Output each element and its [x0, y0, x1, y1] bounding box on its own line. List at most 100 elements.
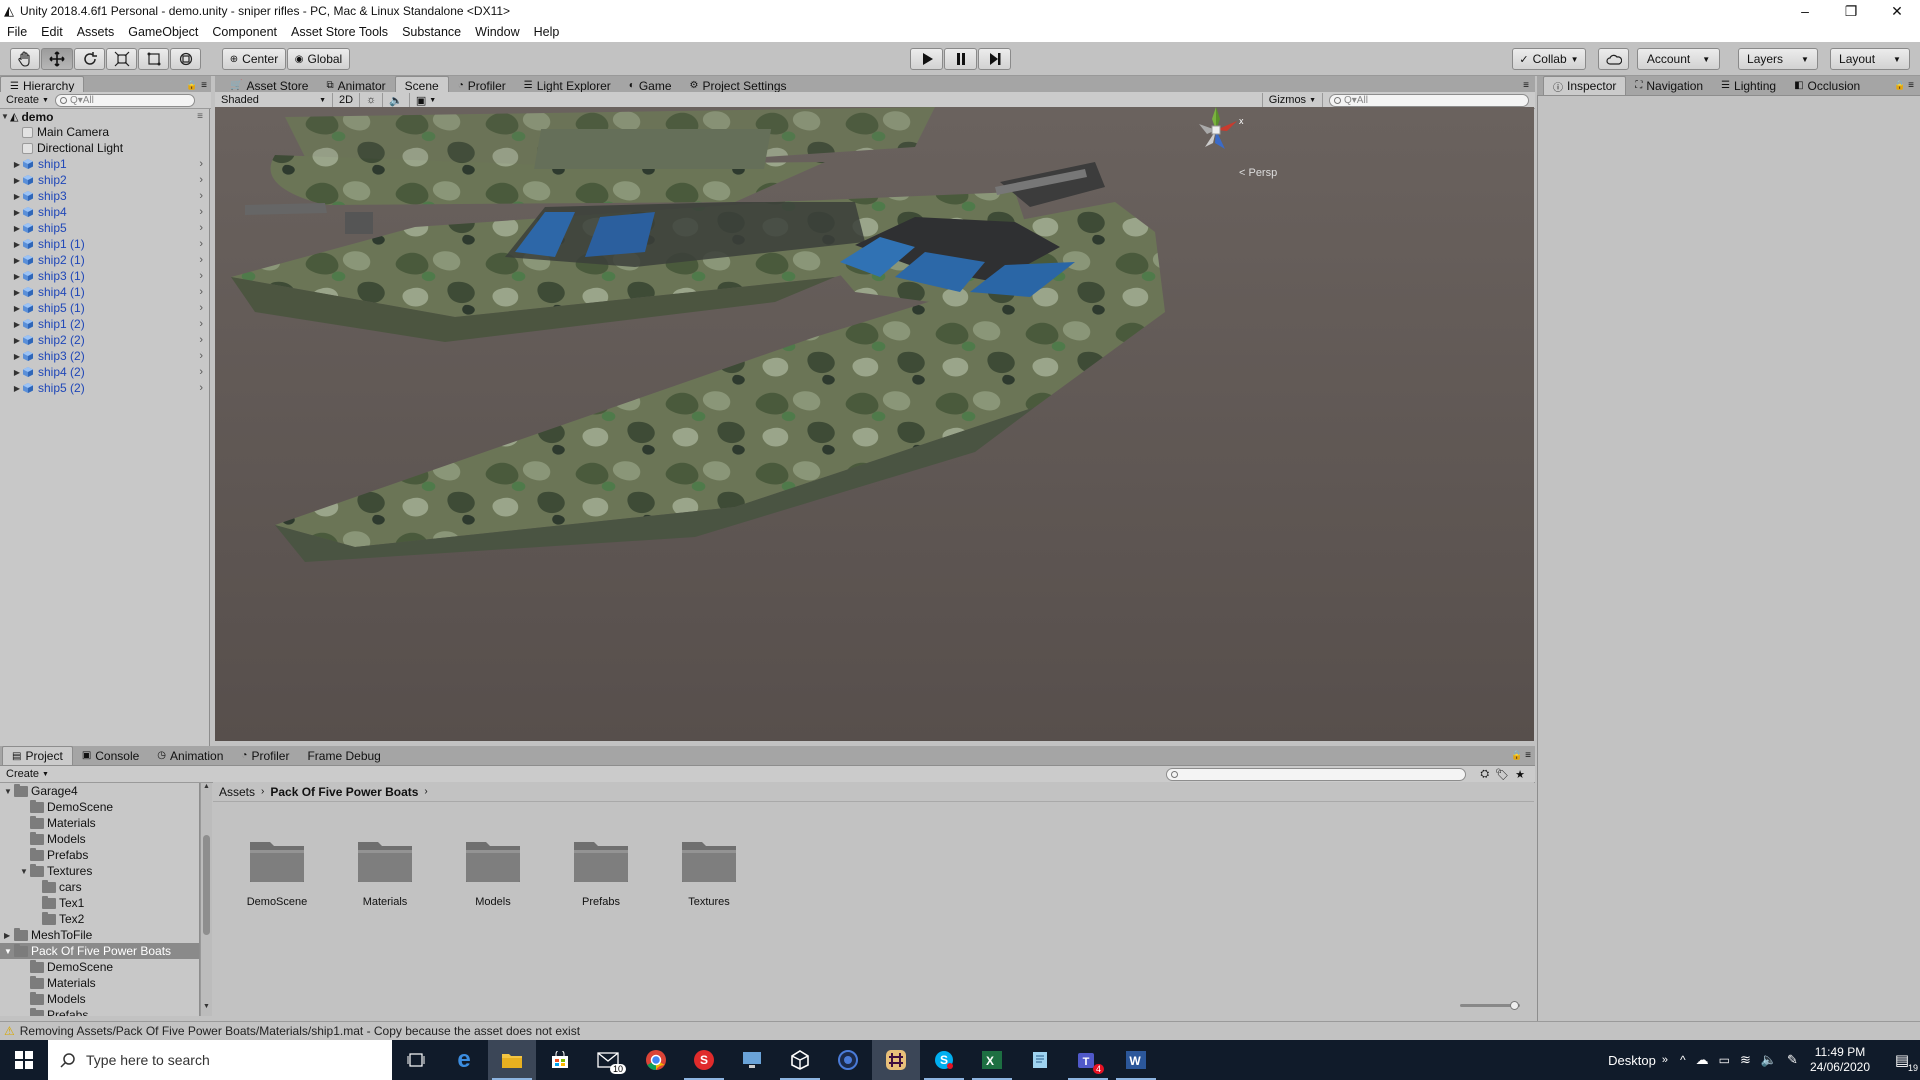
expand-arrow-icon[interactable]: ▶: [4, 931, 14, 940]
taskbar-computer[interactable]: [728, 1040, 776, 1080]
panel-menu-icon[interactable]: ≡: [201, 80, 207, 91]
lighting-toggle[interactable]: ☼: [360, 92, 384, 108]
taskbar-slack[interactable]: [872, 1040, 920, 1080]
project-search-input[interactable]: [1166, 767, 1467, 781]
project-tree-folder[interactable]: ▼ Garage4: [0, 783, 199, 799]
scene-search-input[interactable]: Q▾All: [1329, 93, 1529, 107]
panel-menu-icon[interactable]: ≡: [1525, 750, 1531, 761]
project-tree-folder[interactable]: Materials: [0, 815, 199, 831]
hand-tool-button[interactable]: [10, 48, 40, 70]
expand-arrow-icon[interactable]: ▶: [12, 256, 22, 265]
menu-window[interactable]: Window: [468, 25, 526, 39]
restore-button[interactable]: ❐: [1828, 0, 1874, 22]
breadcrumb-current[interactable]: Pack Of Five Power Boats: [270, 785, 418, 799]
project-tree-folder[interactable]: Models: [0, 991, 199, 1007]
taskbar-excel[interactable]: X: [968, 1040, 1016, 1080]
hierarchy-item[interactable]: Directional Light: [0, 140, 209, 156]
step-button[interactable]: [978, 48, 1011, 70]
pivot-center-button[interactable]: ⊕ Center: [222, 48, 286, 70]
volume-icon[interactable]: 🔈: [1761, 1052, 1777, 1068]
scene-orientation-gizmo[interactable]: y x: [1185, 107, 1247, 171]
filter-label-icon[interactable]: 🏷: [1495, 768, 1509, 781]
move-tool-button[interactable]: [41, 48, 73, 70]
icon-size-slider[interactable]: [1460, 1001, 1520, 1010]
scroll-up-icon[interactable]: ▲: [201, 783, 212, 790]
expand-arrow-icon[interactable]: ▼: [0, 112, 10, 121]
scene-row[interactable]: ▼ ◭ demo ≡: [0, 109, 209, 124]
hierarchy-prefab-item[interactable]: ▶ ship3 (2) ›: [0, 348, 209, 364]
expand-arrow-icon[interactable]: ▶: [12, 352, 22, 361]
desktop-toolbar-label[interactable]: Desktop: [1608, 1053, 1656, 1068]
task-view-button[interactable]: [392, 1040, 440, 1080]
menu-asset-store-tools[interactable]: Asset Store Tools: [284, 25, 395, 39]
toolbar-expand-icon[interactable]: »: [1662, 1054, 1668, 1066]
prefab-open-chevron-icon[interactable]: ›: [199, 350, 203, 362]
prefab-open-chevron-icon[interactable]: ›: [199, 270, 203, 282]
project-tree-folder[interactable]: DemoScene: [0, 959, 199, 975]
collab-dropdown[interactable]: ✓ Collab ▼: [1512, 48, 1586, 70]
hierarchy-prefab-item[interactable]: ▶ ship2 ›: [0, 172, 209, 188]
expand-arrow-icon[interactable]: ▶: [12, 208, 22, 217]
hierarchy-prefab-item[interactable]: ▶ ship5 ›: [0, 220, 209, 236]
prefab-open-chevron-icon[interactable]: ›: [199, 334, 203, 346]
hierarchy-create-button[interactable]: Create ▼: [0, 93, 55, 108]
tab-project[interactable]: ▤ Project: [2, 746, 73, 765]
menu-gameobject[interactable]: GameObject: [121, 25, 205, 39]
taskbar-chrome[interactable]: [632, 1040, 680, 1080]
lock-icon[interactable]: 🔒: [186, 80, 197, 91]
taskbar-edge[interactable]: e: [440, 1040, 488, 1080]
hierarchy-prefab-item[interactable]: ▶ ship4 (2) ›: [0, 364, 209, 380]
tab-inspector[interactable]: ⓘ Inspector: [1543, 76, 1627, 95]
scroll-thumb[interactable]: [203, 835, 210, 935]
rotate-tool-button[interactable]: [74, 48, 105, 70]
taskbar-cinema4d[interactable]: [824, 1040, 872, 1080]
lock-icon[interactable]: 🔒: [1894, 80, 1905, 91]
gizmos-dropdown[interactable]: Gizmos ▼: [1261, 92, 1323, 108]
filter-type-icon[interactable]: ⛭: [1480, 768, 1489, 781]
scene-menu-icon[interactable]: ≡: [197, 111, 203, 122]
expand-arrow-icon[interactable]: ▶: [12, 368, 22, 377]
prefab-open-chevron-icon[interactable]: ›: [199, 174, 203, 186]
hierarchy-prefab-item[interactable]: ▶ ship4 (1) ›: [0, 284, 209, 300]
expand-arrow-icon[interactable]: ▶: [12, 336, 22, 345]
audio-toggle[interactable]: 🔈: [383, 92, 410, 108]
expand-arrow-icon[interactable]: ▶: [12, 176, 22, 185]
project-tree-folder[interactable]: ▼ Pack Of Five Power Boats: [0, 943, 199, 959]
project-create-button[interactable]: Create ▼: [0, 767, 55, 782]
asset-folder[interactable]: DemoScene: [237, 838, 317, 908]
scene-viewport[interactable]: y x 🔒 < Persp: [215, 107, 1534, 741]
menu-edit[interactable]: Edit: [34, 25, 70, 39]
play-button[interactable]: [910, 48, 943, 70]
scale-tool-button[interactable]: [106, 48, 137, 70]
hierarchy-prefab-item[interactable]: ▶ ship3 (1) ›: [0, 268, 209, 284]
expand-arrow-icon[interactable]: ▼: [4, 947, 14, 956]
menu-assets[interactable]: Assets: [70, 25, 122, 39]
status-bar[interactable]: ⚠ Removing Assets/Pack Of Five Power Boa…: [0, 1021, 1920, 1039]
project-tree-folder[interactable]: Models: [0, 831, 199, 847]
hierarchy-prefab-item[interactable]: ▶ ship5 (2) ›: [0, 380, 209, 396]
tree-scrollbar[interactable]: ▲ ▼: [200, 783, 212, 1016]
prefab-open-chevron-icon[interactable]: ›: [199, 366, 203, 378]
taskbar-unity[interactable]: [776, 1040, 824, 1080]
account-dropdown[interactable]: Account ▼: [1637, 48, 1720, 70]
expand-arrow-icon[interactable]: ▶: [12, 272, 22, 281]
taskbar-notepad[interactable]: [1016, 1040, 1064, 1080]
effects-dropdown[interactable]: ▣ ▼: [410, 93, 442, 108]
hierarchy-prefab-item[interactable]: ▶ ship3 ›: [0, 188, 209, 204]
menu-help[interactable]: Help: [527, 25, 567, 39]
taskbar-search-box[interactable]: Type here to search: [48, 1040, 392, 1080]
expand-arrow-icon[interactable]: ▶: [12, 320, 22, 329]
prefab-open-chevron-icon[interactable]: ›: [199, 206, 203, 218]
pause-button[interactable]: [944, 48, 977, 70]
hierarchy-prefab-item[interactable]: ▶ ship1 ›: [0, 156, 209, 172]
asset-folder[interactable]: Materials: [345, 838, 425, 908]
prefab-open-chevron-icon[interactable]: ›: [199, 158, 203, 170]
panel-menu-icon[interactable]: ≡: [1523, 80, 1529, 91]
pen-icon[interactable]: ✎: [1787, 1052, 1798, 1068]
expand-arrow-icon[interactable]: ▶: [12, 240, 22, 249]
menu-file[interactable]: File: [0, 25, 34, 39]
taskbar-store[interactable]: [536, 1040, 584, 1080]
prefab-open-chevron-icon[interactable]: ›: [199, 302, 203, 314]
taskbar-substance[interactable]: S: [680, 1040, 728, 1080]
expand-arrow-icon[interactable]: ▼: [20, 867, 30, 876]
